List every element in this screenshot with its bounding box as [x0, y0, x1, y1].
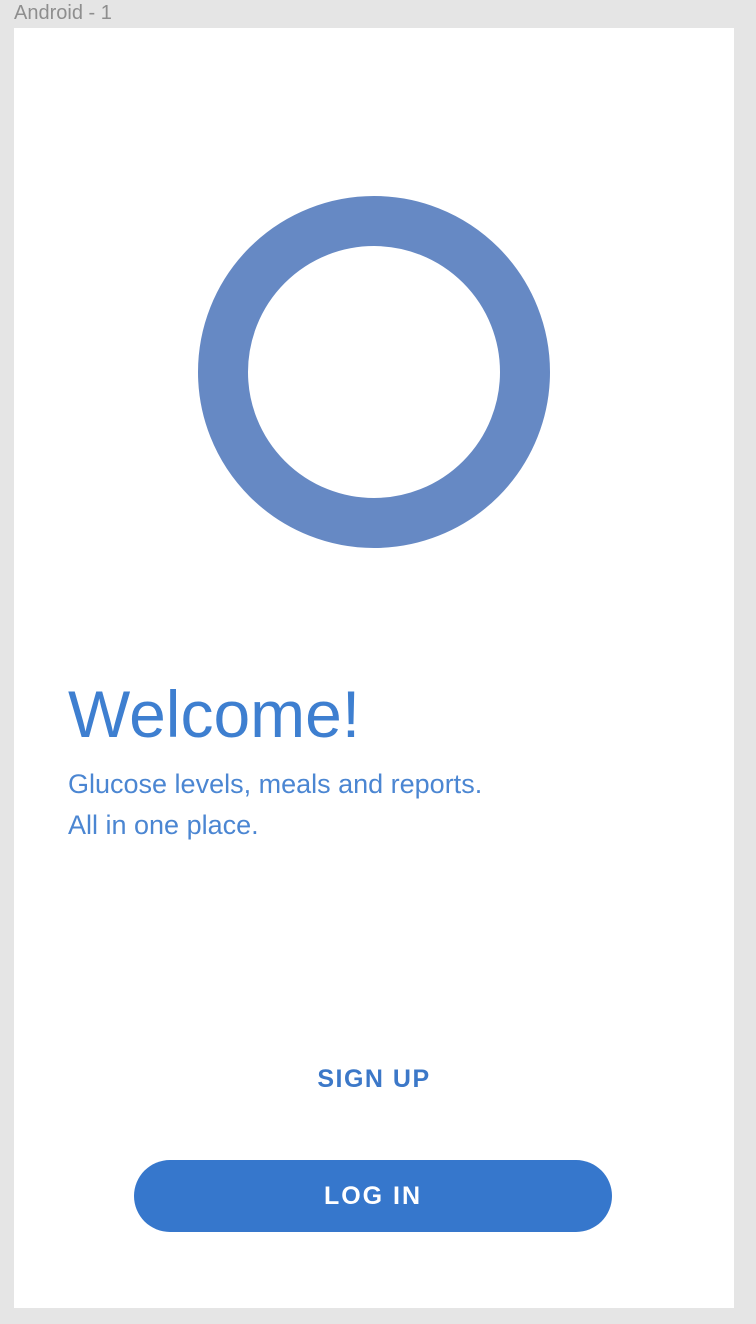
subtitle-line: All in one place. — [68, 810, 259, 840]
welcome-subtitle: Glucose levels, meals and reports. All i… — [68, 764, 628, 846]
ring-logo-icon — [198, 196, 550, 548]
log-in-button[interactable]: LOG IN — [134, 1160, 612, 1232]
subtitle-line: Glucose levels, meals and reports. — [68, 769, 483, 799]
android-screen: Welcome! Glucose levels, meals and repor… — [14, 28, 734, 1308]
welcome-title: Welcome! — [68, 677, 361, 751]
frame-label: Android - 1 — [14, 2, 112, 24]
sign-up-button[interactable]: SIGN UP — [264, 1054, 484, 1104]
